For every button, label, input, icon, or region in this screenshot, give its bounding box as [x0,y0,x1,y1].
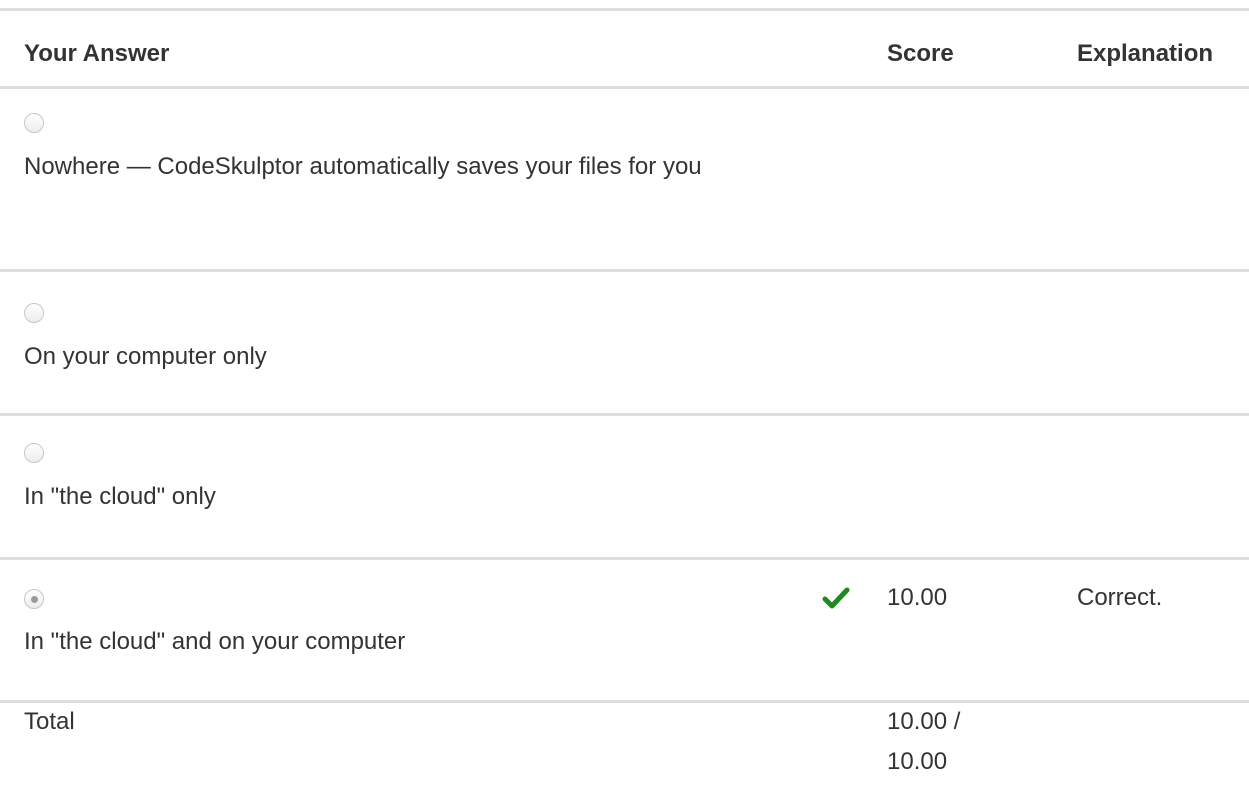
answer-radio-2[interactable] [24,303,44,323]
answer-text-4: In "the cloud" and on your computer [24,628,406,655]
row-divider-3 [0,557,1249,560]
table-top-border [0,8,1249,11]
column-header-score: Score [887,40,954,67]
column-header-explanation: Explanation [1077,40,1214,67]
row-divider-1 [0,269,1249,272]
row-divider-4 [0,700,1249,703]
quiz-answers-table: Your Answer Score Explanation Nowhere — … [0,0,1249,792]
total-label: Total [24,708,75,735]
explanation-cell-4: Correct. [1077,584,1163,611]
checkmark-icon [822,587,850,609]
answer-text-1: Nowhere — CodeSkulptor automatically sav… [24,153,702,180]
header-divider [0,86,1249,89]
answer-radio-3[interactable] [24,443,44,463]
answer-radio-4-selected[interactable] [24,589,44,609]
score-cell-4: 10.00 [887,584,948,611]
column-header-your-answer: Your Answer [24,40,170,67]
row-divider-2 [0,413,1249,416]
answer-text-3: In "the cloud" only [24,483,216,510]
answer-radio-1[interactable] [24,113,44,133]
total-score: 10.00 / 10.00 [887,708,961,775]
answer-text-2: On your computer only [24,343,267,370]
